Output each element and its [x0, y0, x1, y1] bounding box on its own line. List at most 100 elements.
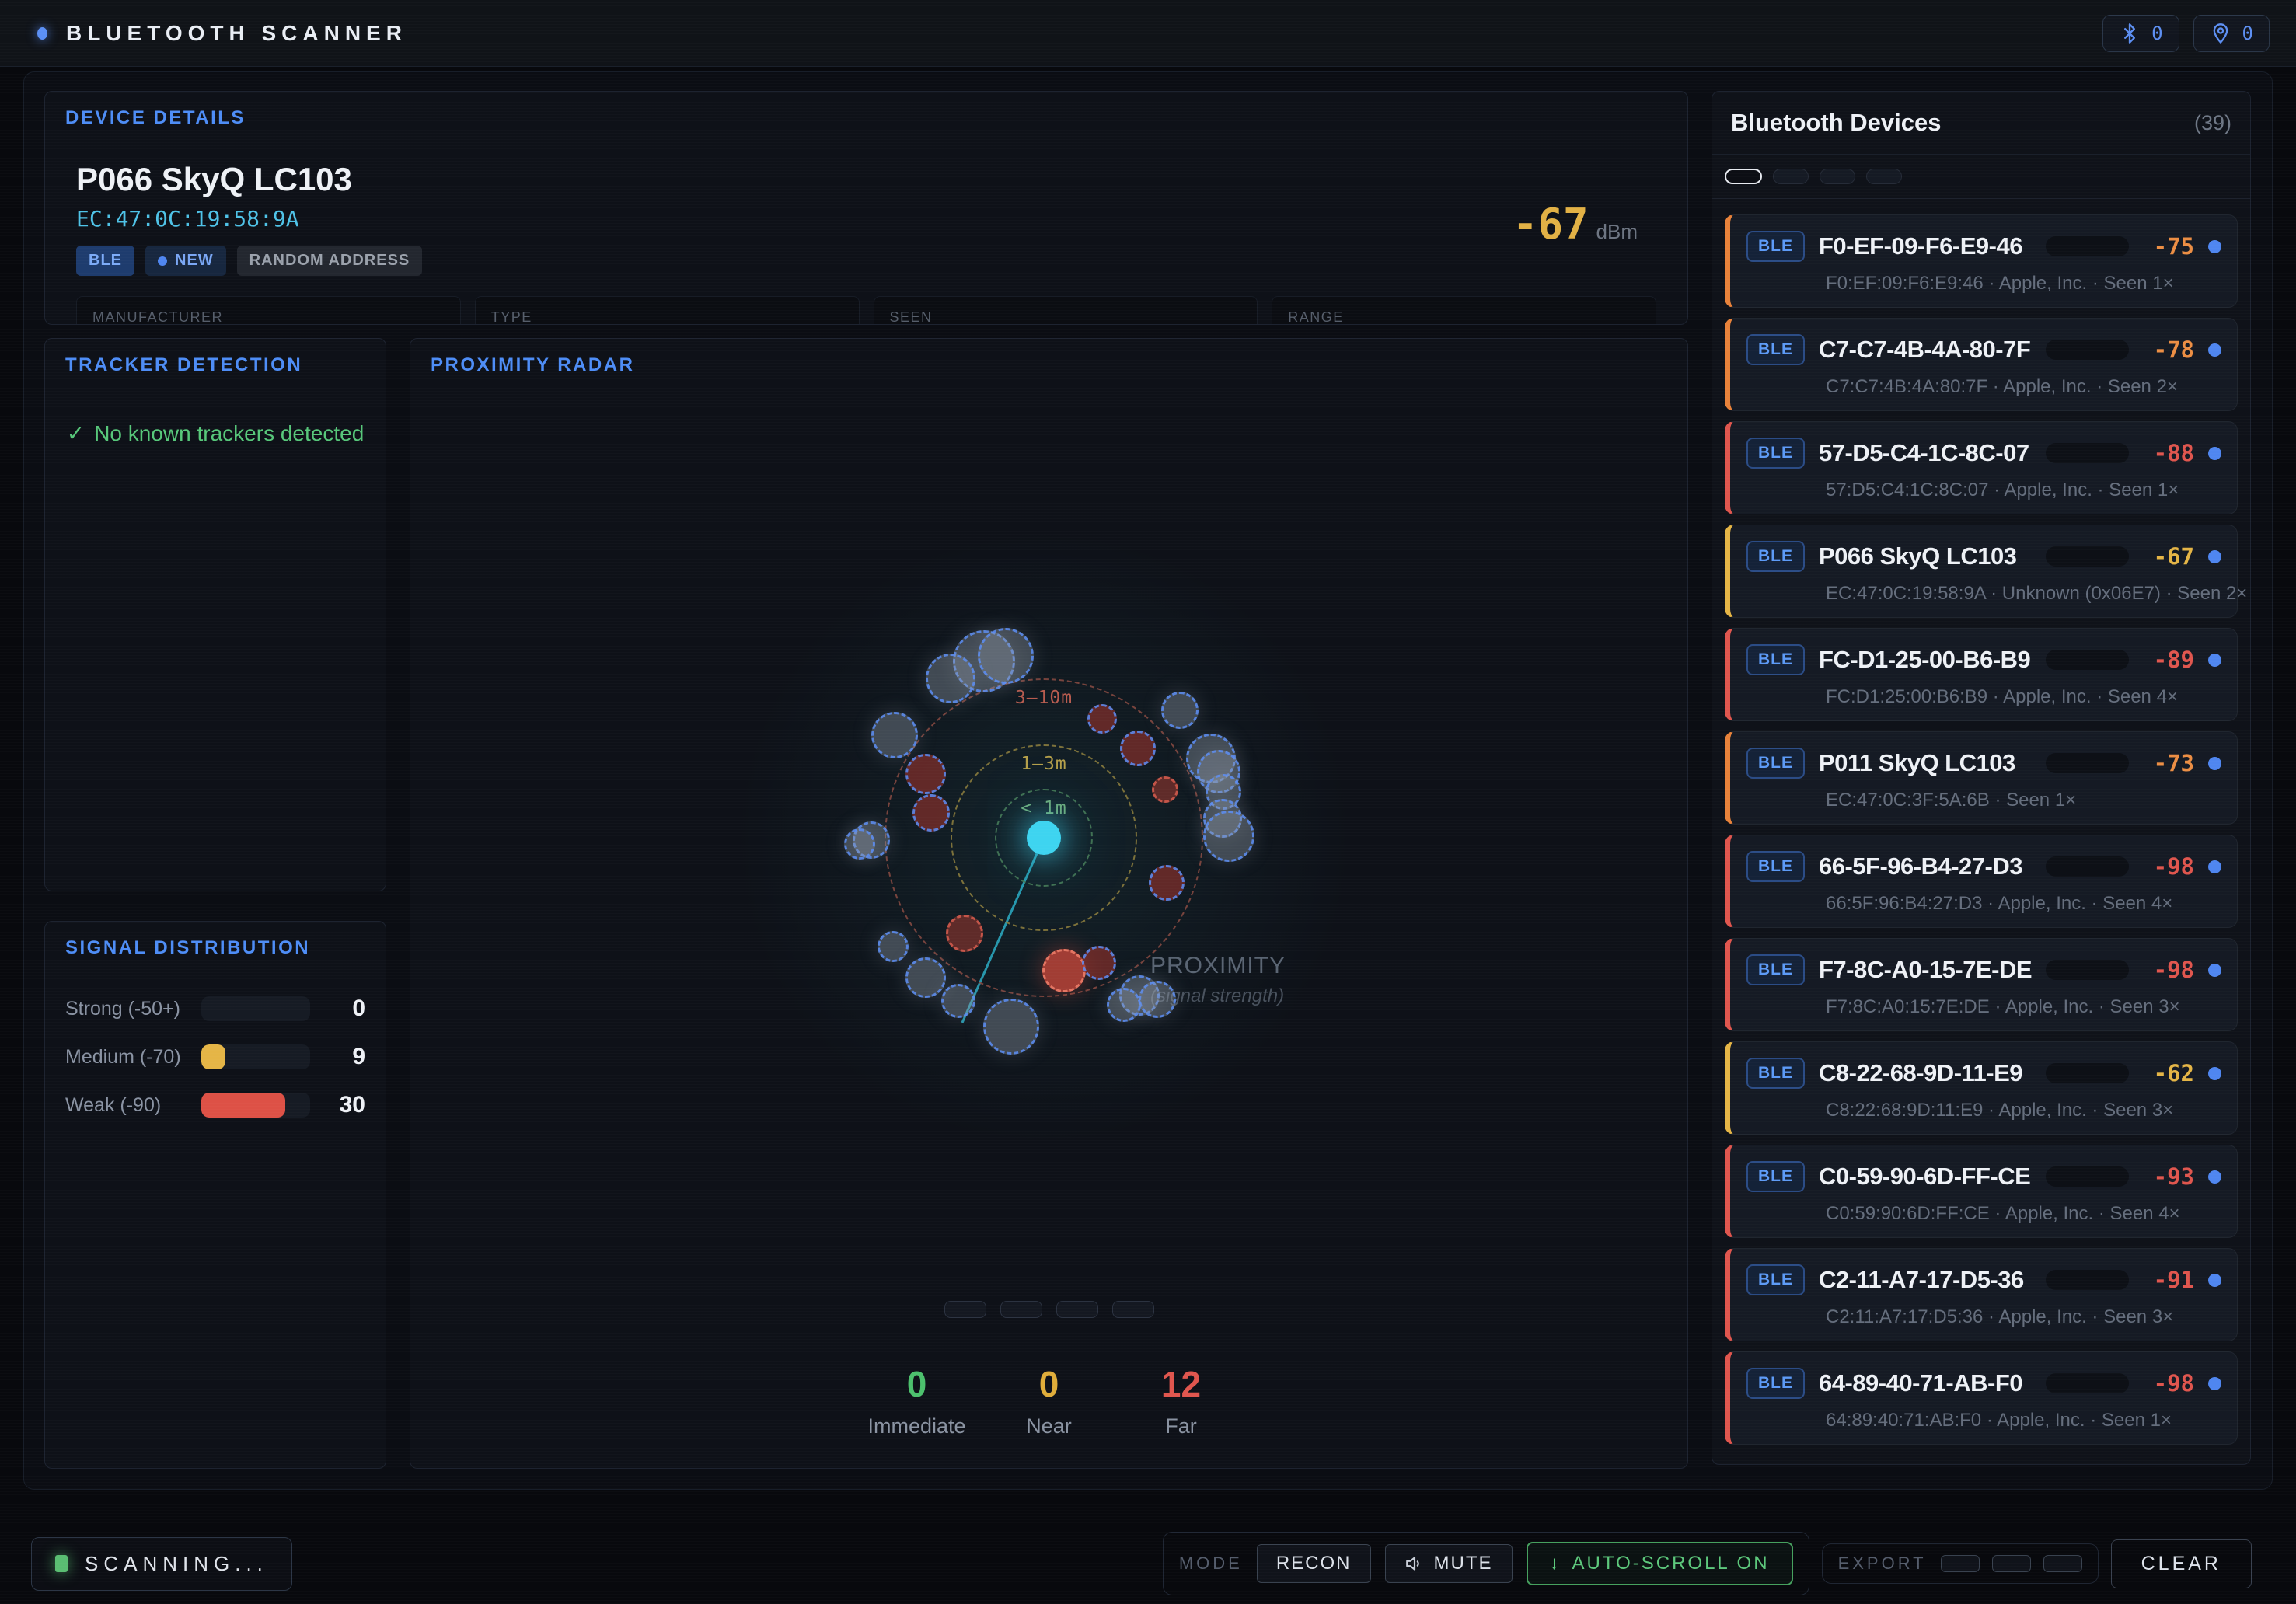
- auto-scroll-button[interactable]: ↓ AUTO-SCROLL ON: [1527, 1542, 1793, 1585]
- device-list-item[interactable]: BLE FC-D1-25-00-B6-B9 -89 FC:D1:25:00:B6…: [1725, 628, 2238, 721]
- app-title: BLUETOOTH SCANNER: [66, 21, 407, 46]
- signal-bar-track: [2046, 650, 2129, 670]
- mode-recon-button[interactable]: RECON: [1257, 1544, 1371, 1583]
- signal-bar-track: [201, 1093, 310, 1118]
- radar-device-dot: [983, 999, 1039, 1055]
- radar-filter-button[interactable]: [1112, 1301, 1154, 1318]
- radar-field: PROXIMITY (signal strength) < 1m1–3m3–10…: [410, 339, 1687, 1468]
- radar-filter-button[interactable]: [1056, 1301, 1098, 1318]
- device-list-item[interactable]: BLE C8-22-68-9D-11-E9 -62 C8:22:68:9D:11…: [1725, 1041, 2238, 1135]
- selected-device-rssi: -67 dBm: [1513, 200, 1638, 249]
- signal-bar-track: [2046, 753, 2129, 773]
- signal-bar-track: [2046, 1373, 2129, 1393]
- device-name: 64-89-40-71-AB-F0: [1819, 1369, 2032, 1397]
- scanning-status-chip: SCANNING...: [31, 1537, 292, 1591]
- device-list-item[interactable]: BLE P011 SkyQ LC103 -73 EC:47:0C:3F:5A:6…: [1725, 731, 2238, 825]
- status-dot-icon: [37, 27, 47, 40]
- radar-device-dot: [1042, 949, 1086, 992]
- ble-badge: BLE: [1746, 1264, 1805, 1295]
- mute-button[interactable]: MUTE: [1385, 1544, 1513, 1583]
- signal-bar-track: [2046, 856, 2129, 877]
- device-list-item[interactable]: BLE F7-8C-A0-15-7E-DE -98 F7:8C:A0:15:7E…: [1725, 938, 2238, 1031]
- signal-distribution-header: SIGNAL DISTRIBUTION: [45, 922, 386, 975]
- radar-ring-label: 3–10m: [1015, 688, 1073, 708]
- device-list-item[interactable]: BLE C2-11-A7-17-D5-36 -91 C2:11:A7:17:D5…: [1725, 1248, 2238, 1341]
- export-group: EXPORT: [1822, 1543, 2099, 1584]
- device-name: F0-EF-09-F6-E9-46: [1819, 232, 2032, 260]
- device-filter-tab[interactable]: [1820, 169, 1855, 184]
- clear-button[interactable]: CLEAR: [2111, 1539, 2252, 1588]
- device-list-item[interactable]: BLE 64-89-40-71-AB-F0 -98 64:89:40:71:AB…: [1725, 1351, 2238, 1445]
- rssi-unit: dBm: [1596, 220, 1638, 244]
- signal-bar-track: [2046, 546, 2129, 567]
- export-format-button[interactable]: [1992, 1555, 2031, 1572]
- signal-row-label: Medium (-70): [65, 1046, 201, 1069]
- signal-bar-track: [2046, 236, 2129, 256]
- scanning-indicator-icon: [55, 1555, 68, 1572]
- signal-bar-track: [2046, 1166, 2129, 1187]
- device-list-item[interactable]: BLE P066 SkyQ LC103 -67 EC:47:0C:19:58:9…: [1725, 525, 2238, 618]
- ble-badge: BLE: [1746, 748, 1805, 779]
- devices-title: Bluetooth Devices: [1731, 109, 1941, 137]
- down-arrow-icon: ↓: [1550, 1553, 1561, 1574]
- bluetooth-count-badge[interactable]: 0: [2102, 15, 2179, 52]
- proximity-count-label: Immediate: [851, 1414, 983, 1438]
- device-status-dot-icon: [2208, 343, 2221, 357]
- radar-filter-button[interactable]: [944, 1301, 986, 1318]
- device-status-dot-icon: [2208, 757, 2221, 770]
- device-list-item[interactable]: BLE C0-59-90-6D-FF-CE -93 C0:59:90:6D:FF…: [1725, 1145, 2238, 1238]
- radar-device-dot: [946, 915, 983, 952]
- mode-label: MODE: [1179, 1553, 1243, 1574]
- device-subtitle: EC:47:0C:3F:5A:6B · Seen 1×: [1746, 790, 2221, 811]
- signal-bar-track: [2046, 960, 2129, 980]
- radar-device-dot: [1139, 981, 1176, 1018]
- tracker-status: ✓ No known trackers detected: [45, 420, 386, 446]
- signal-row: Strong (-50+) 0: [65, 996, 365, 1022]
- device-list-item[interactable]: BLE 57-D5-C4-1C-8C-07 -88 57:D5:C4:1C:8C…: [1725, 421, 2238, 514]
- mode-group: MODE RECON MUTE ↓ AUTO-SCROLL ON: [1163, 1532, 1809, 1595]
- tracker-status-text: No known trackers detected: [94, 421, 364, 445]
- selected-device-name: P066 SkyQ LC103: [76, 161, 1656, 198]
- device-filter-tab[interactable]: [1866, 169, 1902, 184]
- signal-bar-track: [201, 1044, 310, 1069]
- device-list-item[interactable]: BLE C7-C7-4B-4A-80-7F -78 C7:C7:4B:4A:80…: [1725, 318, 2238, 411]
- device-subtitle: C7:C7:4B:4A:80:7F · Apple, Inc. · Seen 2…: [1746, 376, 2221, 398]
- device-rssi: -89: [2143, 647, 2194, 673]
- ble-badge: BLE: [1746, 1368, 1805, 1399]
- device-list-item[interactable]: BLE 66-5F-96-B4-27-D3 -98 66:5F:96:B4:27…: [1725, 835, 2238, 928]
- ble-badge: BLE: [1746, 541, 1805, 572]
- tracker-detection-header: TRACKER DETECTION: [45, 339, 386, 392]
- device-subtitle: F7:8C:A0:15:7E:DE · Apple, Inc. · Seen 3…: [1746, 996, 2221, 1018]
- signal-row-label: Weak (-90): [65, 1094, 201, 1117]
- device-list-item[interactable]: BLE F0-EF-09-F6-E9-46 -75 F0:EF:09:F6:E9…: [1725, 214, 2238, 308]
- ble-badge: BLE: [1746, 231, 1805, 262]
- device-filter-tab[interactable]: [1773, 169, 1809, 184]
- proximity-label: PROXIMITY: [1150, 953, 1286, 979]
- signal-bar-track: [2046, 1063, 2129, 1083]
- radar-filter-button[interactable]: [1000, 1301, 1042, 1318]
- signal-row: Medium (-70) 9: [65, 1044, 365, 1070]
- export-format-button[interactable]: [1941, 1555, 1980, 1572]
- gps-count-badge[interactable]: 0: [2193, 15, 2270, 52]
- radar-device-dot: [1152, 776, 1178, 803]
- device-rssi: -67: [2143, 543, 2194, 570]
- export-buttons: [1941, 1555, 2082, 1572]
- ble-badge: BLE: [1746, 334, 1805, 365]
- signal-bar-track: [201, 996, 310, 1021]
- device-subtitle: 66:5F:96:B4:27:D3 · Apple, Inc. · Seen 4…: [1746, 893, 2221, 915]
- device-rssi: -98: [2143, 853, 2194, 880]
- tracker-detection-panel: TRACKER DETECTION ✓ No known trackers det…: [44, 338, 386, 891]
- check-icon: ✓: [67, 421, 85, 445]
- device-subtitle: C0:59:90:6D:FF:CE · Apple, Inc. · Seen 4…: [1746, 1203, 2221, 1225]
- ble-badge: BLE: [1746, 954, 1805, 985]
- device-filter-tab[interactable]: [1725, 169, 1762, 184]
- device-rssi: -91: [2143, 1267, 2194, 1293]
- device-status-dot-icon: [2208, 1170, 2221, 1184]
- field-label: SEEN: [890, 309, 1242, 325]
- device-details-panel: DEVICE DETAILS P066 SkyQ LC103 EC:47:0C:…: [44, 91, 1688, 325]
- speaker-icon: [1404, 1553, 1425, 1574]
- ble-badge: BLE: [1746, 644, 1805, 675]
- radar-device-dot: [1203, 811, 1254, 862]
- export-format-button[interactable]: [2043, 1555, 2082, 1572]
- radar-device-dot: [1082, 946, 1116, 980]
